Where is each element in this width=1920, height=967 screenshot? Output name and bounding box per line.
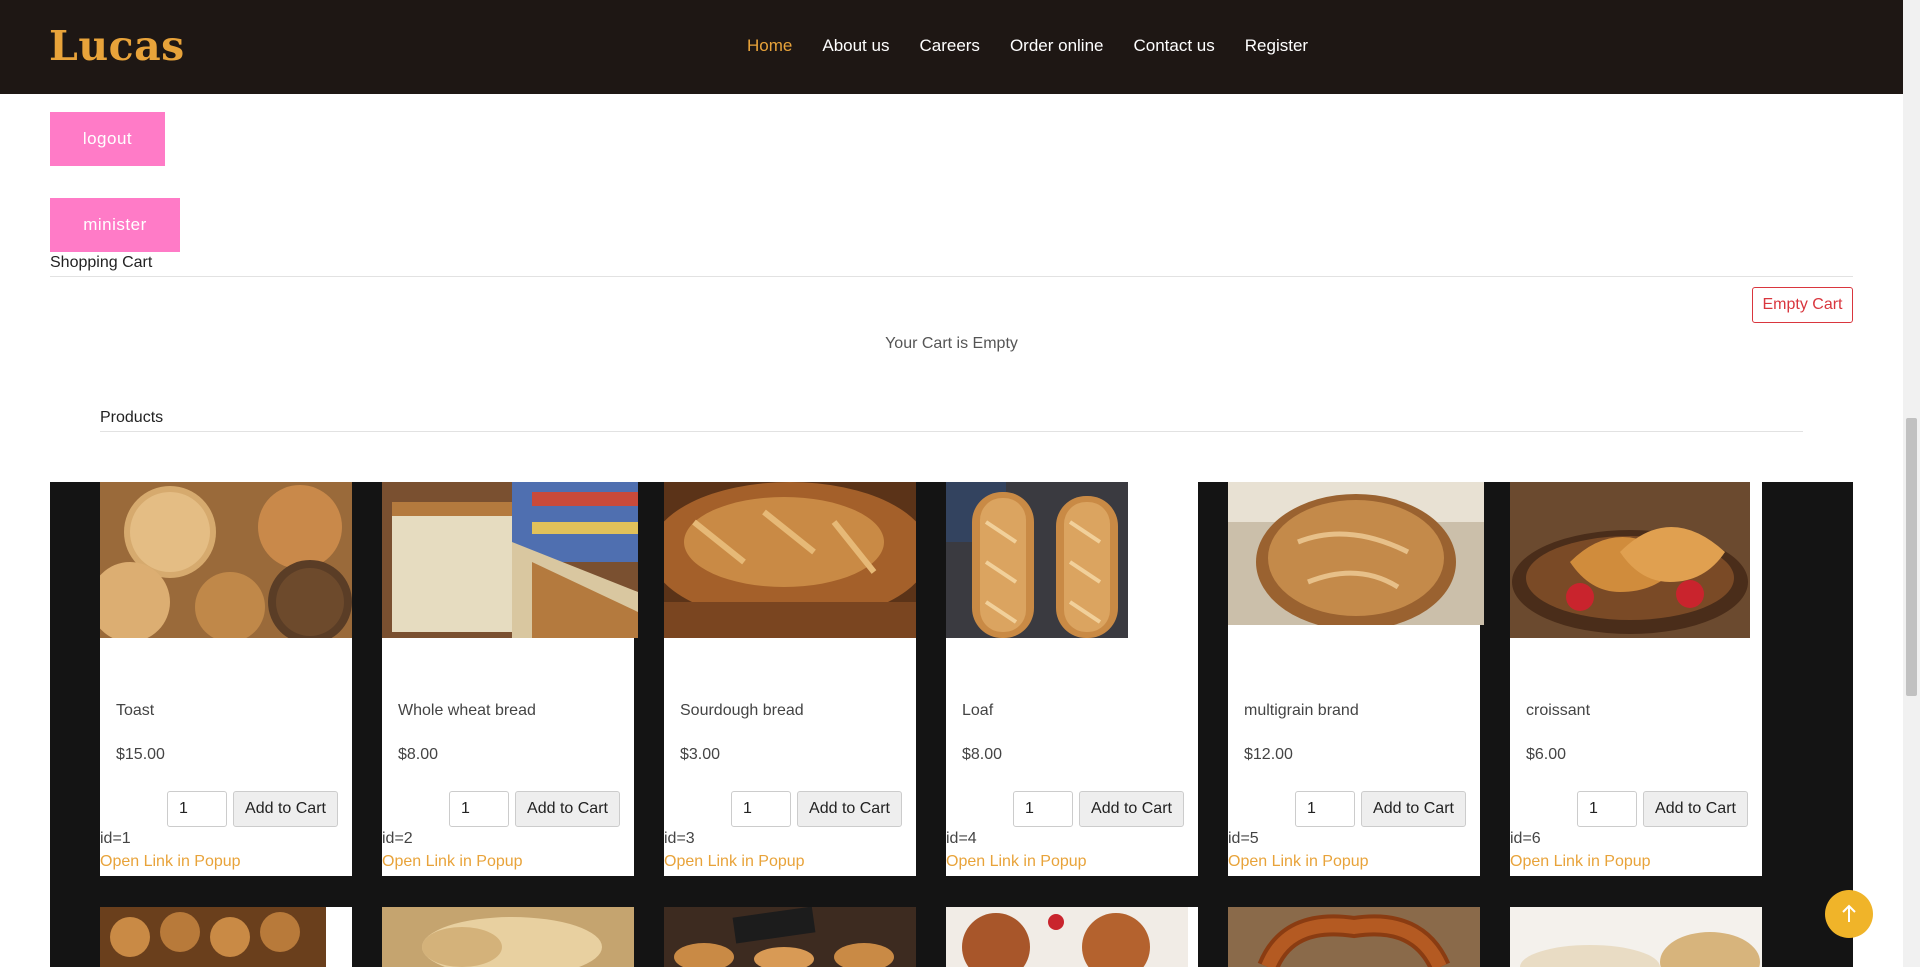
open-popup-link[interactable]: Open Link in Popup bbox=[1228, 853, 1369, 871]
nav-contact-us[interactable]: Contact us bbox=[1134, 36, 1215, 56]
nav-order-online[interactable]: Order online bbox=[1010, 36, 1104, 56]
page-scrollbar[interactable] bbox=[1903, 0, 1920, 967]
product-card-partial bbox=[1510, 907, 1762, 967]
product-name: Loaf bbox=[962, 702, 994, 719]
product-name: multigrain brand bbox=[1244, 702, 1359, 719]
nav-careers[interactable]: Careers bbox=[919, 36, 979, 56]
product-image-multigrain-brand bbox=[1228, 482, 1484, 625]
product-id: id=6 bbox=[1510, 830, 1541, 847]
product-card-partial bbox=[382, 907, 634, 967]
product-id: id=4 bbox=[946, 830, 977, 847]
product-price: $6.00 bbox=[1526, 746, 1567, 763]
product-image-toast bbox=[100, 482, 352, 638]
nav-register[interactable]: Register bbox=[1245, 36, 1308, 56]
product-price: $15.00 bbox=[116, 746, 165, 763]
product-card: multigrain brand $12.00 Add to Cart id=5… bbox=[1228, 482, 1484, 876]
product-name: Toast bbox=[116, 702, 155, 719]
scrollbar-thumb[interactable] bbox=[1906, 418, 1917, 696]
product-image bbox=[1510, 907, 1762, 967]
empty-cart-button[interactable]: Empty Cart bbox=[1752, 287, 1853, 323]
cart-empty-message: Your Cart is Empty bbox=[885, 335, 1018, 352]
product-price: $3.00 bbox=[680, 746, 721, 763]
logout-button[interactable]: logout bbox=[50, 112, 165, 166]
add-to-cart-button[interactable]: Add to Cart bbox=[233, 791, 338, 827]
quantity-input[interactable] bbox=[1577, 791, 1637, 827]
product-card: croissant $6.00 Add to Cart id=6 Open Li… bbox=[1510, 482, 1762, 876]
minister-button[interactable]: minister bbox=[50, 198, 180, 252]
product-image bbox=[382, 907, 634, 967]
product-price: $8.00 bbox=[398, 746, 439, 763]
back-to-top-button[interactable] bbox=[1825, 890, 1873, 938]
product-image-whole-wheat-bread bbox=[382, 482, 638, 638]
divider bbox=[100, 431, 1803, 432]
quantity-input[interactable] bbox=[167, 791, 227, 827]
add-to-cart-button[interactable]: Add to Cart bbox=[1361, 791, 1466, 827]
product-image-sourdough-bread bbox=[664, 482, 916, 638]
product-card-partial bbox=[100, 907, 352, 967]
product-id: id=1 bbox=[100, 830, 131, 847]
add-to-cart-button[interactable]: Add to Cart bbox=[797, 791, 902, 827]
product-price: $8.00 bbox=[962, 746, 1003, 763]
quantity-input[interactable] bbox=[449, 791, 509, 827]
product-card-partial bbox=[1228, 907, 1480, 967]
brand-logo[interactable]: Lucas bbox=[49, 22, 185, 70]
product-card-partial bbox=[946, 907, 1198, 967]
product-card: Loaf $8.00 Add to Cart id=4 Open Link in… bbox=[946, 482, 1198, 876]
product-name: Sourdough bread bbox=[680, 702, 804, 719]
main-nav: Home About us Careers Order online Conta… bbox=[747, 36, 1308, 56]
top-navbar: Lucas Home About us Careers Order online… bbox=[0, 0, 1903, 94]
product-name: Whole wheat bread bbox=[398, 702, 536, 719]
quantity-input[interactable] bbox=[731, 791, 791, 827]
product-image bbox=[100, 907, 352, 967]
product-image-loaf bbox=[946, 482, 1128, 638]
open-popup-link[interactable]: Open Link in Popup bbox=[946, 853, 1087, 871]
nav-about-us[interactable]: About us bbox=[822, 36, 889, 56]
divider bbox=[50, 276, 1853, 277]
product-id: id=3 bbox=[664, 830, 695, 847]
product-card-partial bbox=[664, 907, 916, 967]
product-card: Toast $15.00 Add to Cart id=1 Open Link … bbox=[100, 482, 352, 876]
product-id: id=2 bbox=[382, 830, 413, 847]
product-price: $12.00 bbox=[1244, 746, 1293, 763]
product-image bbox=[664, 907, 916, 967]
product-card: Whole wheat bread $8.00 Add to Cart id=2… bbox=[382, 482, 638, 876]
product-id: id=5 bbox=[1228, 830, 1259, 847]
add-to-cart-button[interactable]: Add to Cart bbox=[1079, 791, 1184, 827]
product-image bbox=[1228, 907, 1480, 967]
quantity-input[interactable] bbox=[1295, 791, 1355, 827]
open-popup-link[interactable]: Open Link in Popup bbox=[664, 853, 805, 871]
open-popup-link[interactable]: Open Link in Popup bbox=[1510, 853, 1651, 871]
nav-home[interactable]: Home bbox=[747, 36, 792, 56]
quantity-input[interactable] bbox=[1013, 791, 1073, 827]
add-to-cart-button[interactable]: Add to Cart bbox=[515, 791, 620, 827]
add-to-cart-button[interactable]: Add to Cart bbox=[1643, 791, 1748, 827]
arrow-up-icon bbox=[1842, 904, 1856, 922]
open-popup-link[interactable]: Open Link in Popup bbox=[382, 853, 523, 871]
product-image-croissant bbox=[1510, 482, 1750, 638]
product-name: croissant bbox=[1526, 702, 1591, 719]
product-image bbox=[946, 907, 1198, 967]
shopping-cart-title: Shopping Cart bbox=[50, 254, 153, 271]
product-card: Sourdough bread $3.00 Add to Cart id=3 O… bbox=[664, 482, 916, 876]
products-title: Products bbox=[100, 409, 164, 426]
open-popup-link[interactable]: Open Link in Popup bbox=[100, 853, 241, 871]
